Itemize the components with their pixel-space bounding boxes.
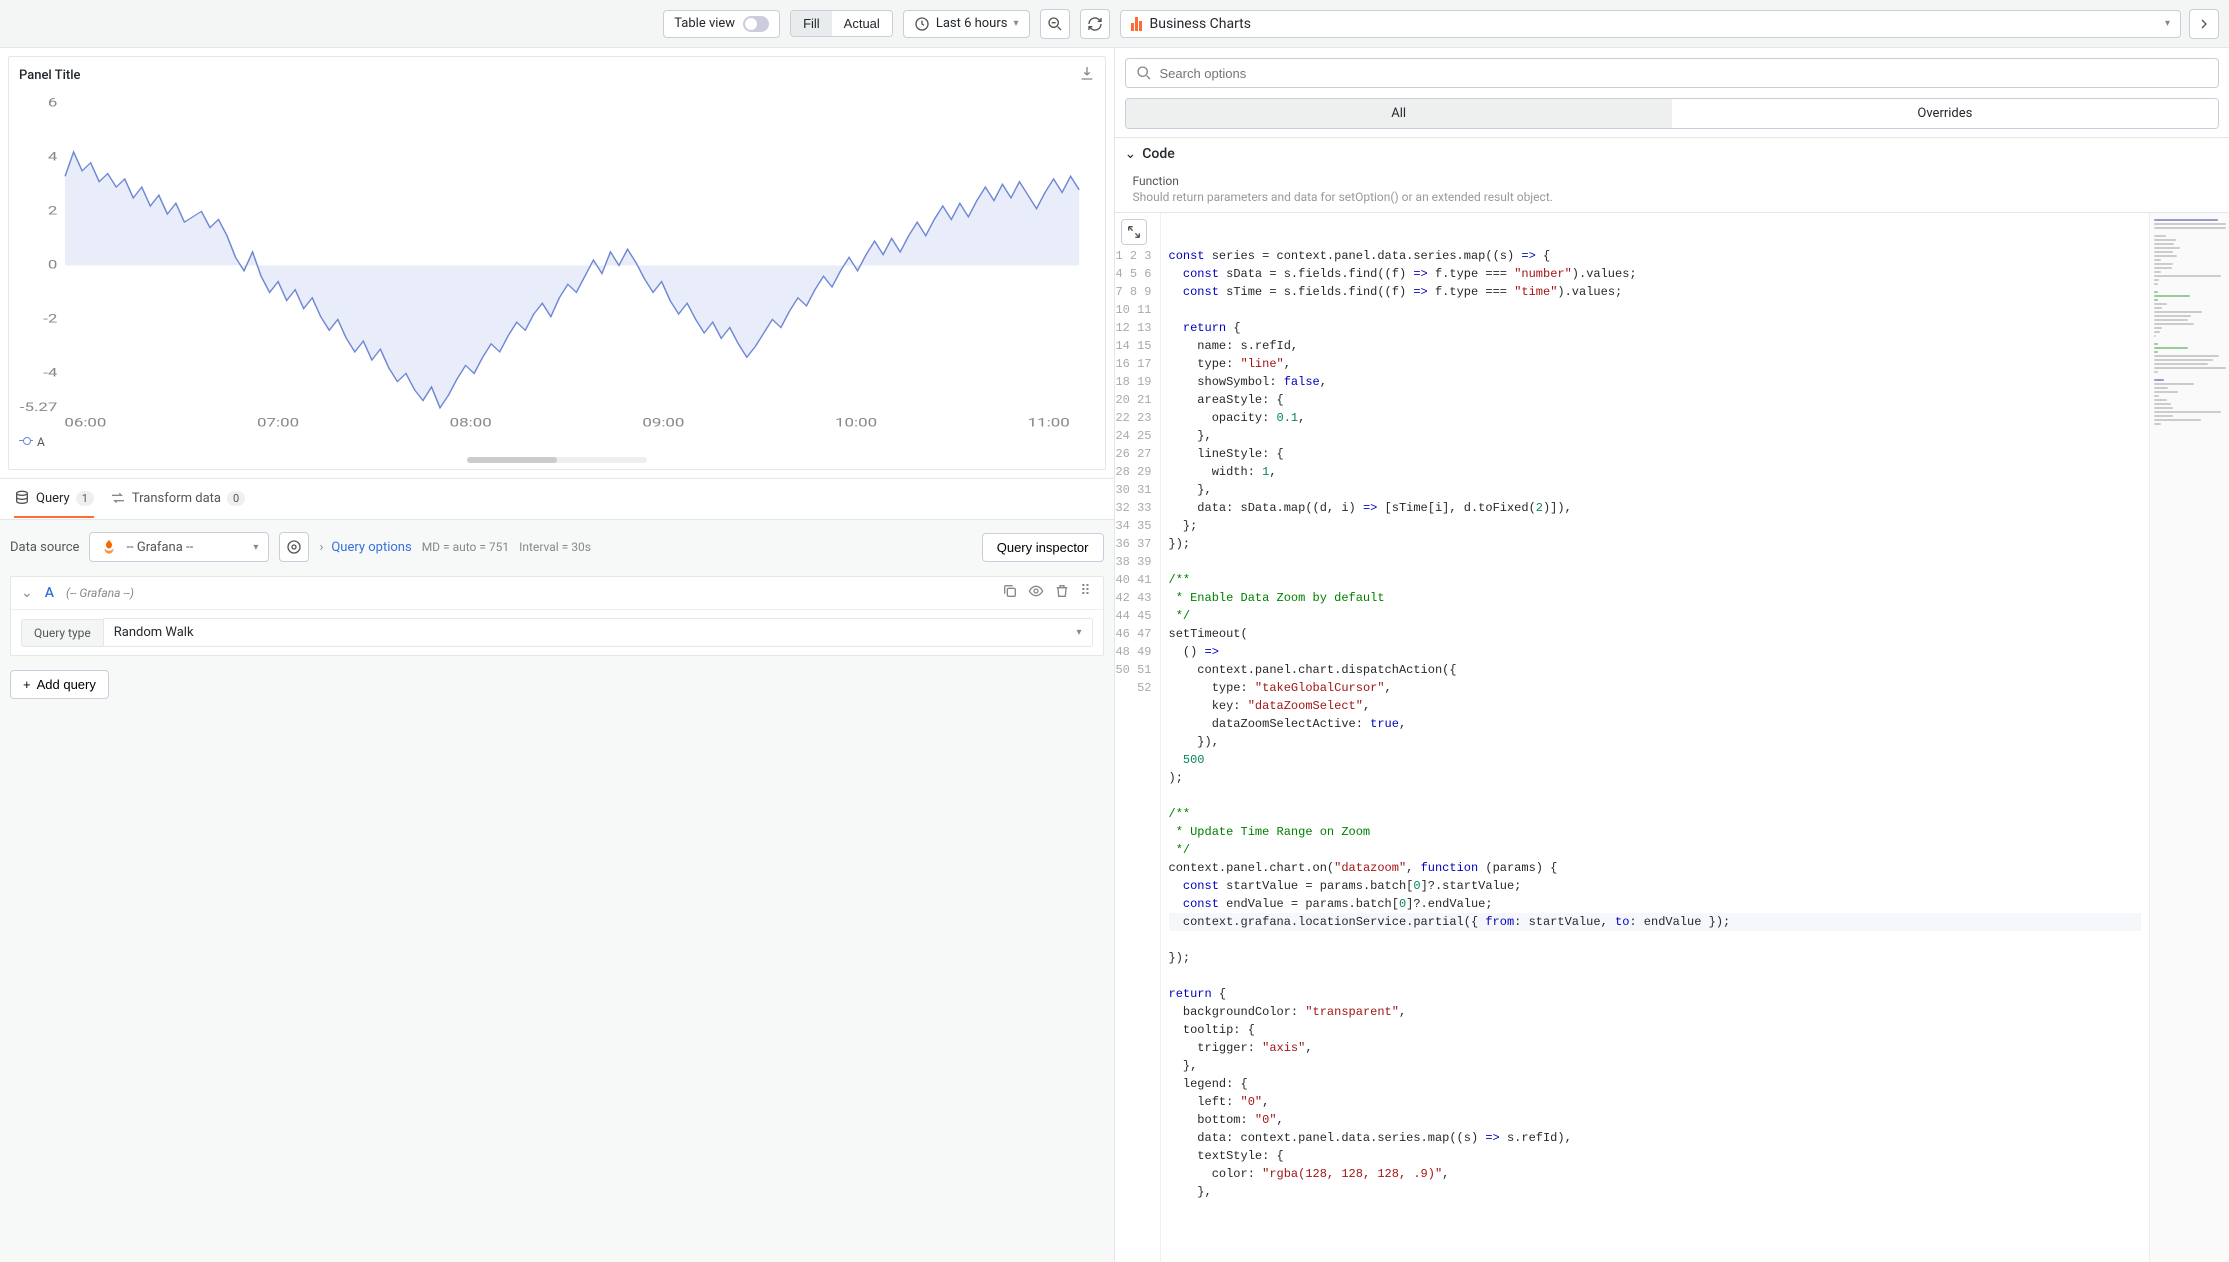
toggle-visibility-icon[interactable]	[1028, 583, 1044, 603]
table-view-toggle[interactable]: Table view	[663, 10, 780, 38]
table-view-label: Table view	[674, 16, 735, 31]
time-range-picker[interactable]: Last 6 hours ▾	[903, 10, 1030, 38]
chevron-down-icon: ▾	[1013, 18, 1018, 29]
drag-handle-icon[interactable]: ⠿	[1080, 583, 1092, 603]
tab-transform-label: Transform data	[132, 491, 221, 506]
panel-preview: Panel Title 6 4 2 0 -2 -4 -5.27 06:00 07:00 08:00…	[8, 56, 1106, 470]
chart-canvas[interactable]: 6 4 2 0 -2 -4 -5.27 06:00 07:00 08:00 09:00 10:00 11…	[19, 97, 1095, 433]
tab-query-label: Query	[36, 491, 70, 506]
grafana-logo-icon	[100, 538, 118, 556]
tab-query[interactable]: Query 1	[14, 480, 94, 518]
svg-text:0: 0	[48, 258, 58, 272]
refresh-icon	[1087, 16, 1103, 32]
chevron-down-icon: ▾	[253, 542, 258, 553]
datasource-select[interactable]: -- Grafana -- ▾	[89, 532, 269, 562]
svg-text:06:00: 06:00	[64, 416, 106, 430]
visualization-picker[interactable]: Business Charts ▾	[1120, 10, 2182, 38]
legend-marker-icon	[19, 440, 33, 444]
query-options-toggle[interactable]: Query options	[319, 540, 411, 555]
tab-query-badge: 1	[76, 491, 94, 506]
options-collapse-button[interactable]	[2189, 9, 2219, 39]
refresh-button[interactable]	[1080, 9, 1110, 39]
line-gutter: 1 2 3 4 5 6 7 8 9 10 11 12 13 14 15 16 1…	[1115, 213, 1161, 1262]
query-type-label: Query type	[21, 619, 103, 647]
search-field[interactable]	[1160, 66, 2209, 81]
tab-transform[interactable]: Transform data 0	[110, 480, 245, 518]
svg-text:6: 6	[48, 97, 58, 110]
query-inspector-button[interactable]: Query inspector	[982, 533, 1104, 562]
query-ref-id[interactable]: A	[45, 585, 54, 601]
svg-text:-2: -2	[43, 312, 57, 326]
datasource-label: Data source	[10, 540, 79, 555]
delete-query-icon[interactable]	[1054, 583, 1070, 603]
zoom-out-icon	[1047, 16, 1063, 32]
chevron-down-icon: ⌄	[1125, 146, 1137, 162]
clock-icon	[914, 16, 930, 32]
query-type-value: Random Walk	[114, 625, 194, 640]
query-ds-hint: (-- Grafana --)	[66, 586, 134, 600]
plus-icon: +	[23, 677, 31, 692]
code-section-header[interactable]: ⌄ Code	[1115, 137, 2229, 170]
svg-text:-4: -4	[43, 366, 57, 380]
bar-chart-icon	[1131, 17, 1142, 31]
actual-button[interactable]: Actual	[832, 11, 892, 36]
download-icon[interactable]	[1079, 65, 1095, 85]
add-query-button[interactable]: + Add query	[10, 670, 109, 699]
topbar: Table view Fill Actual Last 6 hours ▾	[0, 0, 2229, 48]
tab-transform-badge: 0	[227, 491, 245, 506]
function-label: Function	[1115, 170, 2229, 190]
search-options-input[interactable]	[1125, 58, 2220, 88]
chevron-right-icon	[2196, 16, 2212, 32]
options-tab-group: All Overrides	[1125, 98, 2220, 129]
chevron-down-icon: ▾	[1076, 627, 1081, 638]
search-icon	[1136, 65, 1152, 81]
tab-overrides[interactable]: Overrides	[1672, 99, 2218, 128]
query-type-select[interactable]: Random Walk ▾	[103, 618, 1093, 647]
svg-text:09:00: 09:00	[642, 416, 684, 430]
database-icon	[14, 490, 30, 506]
interval-label: Interval = 30s	[519, 540, 591, 554]
transform-icon	[110, 490, 126, 506]
svg-text:11:00: 11:00	[1028, 416, 1070, 430]
viz-name-label: Business Charts	[1150, 16, 1251, 32]
svg-text:10:00: 10:00	[835, 416, 877, 430]
svg-text:2: 2	[48, 204, 58, 218]
tab-all[interactable]: All	[1126, 99, 1672, 128]
settings-icon	[286, 539, 302, 555]
expand-icon	[1126, 224, 1142, 240]
legend-label: A	[37, 435, 45, 449]
fill-button[interactable]: Fill	[791, 11, 832, 36]
duplicate-query-icon[interactable]	[1002, 583, 1018, 603]
chevron-down-icon: ▾	[2165, 18, 2170, 29]
minimap[interactable]	[2149, 213, 2229, 1262]
query-editor-a: ⌄ A (-- Grafana --) ⠿ Query type	[10, 576, 1104, 656]
collapse-icon[interactable]: ⌄	[21, 585, 33, 601]
fill-actual-toggle: Fill Actual	[790, 10, 893, 37]
time-range-label: Last 6 hours	[936, 16, 1008, 31]
datasource-value: -- Grafana --	[126, 540, 193, 555]
code-body[interactable]: const series = context.panel.data.series…	[1161, 213, 2150, 1262]
horizontal-scrollbar[interactable]	[467, 457, 647, 463]
max-datapoints-label: MD = auto = 751	[422, 540, 509, 554]
chevron-right-icon	[319, 540, 327, 555]
code-editor[interactable]: 1 2 3 4 5 6 7 8 9 10 11 12 13 14 15 16 1…	[1115, 212, 2229, 1262]
left-pane: Panel Title 6 4 2 0 -2 -4 -5.27 06:00 07:00 08:00…	[0, 48, 1115, 1262]
query-tabs: Query 1 Transform data 0	[0, 478, 1114, 520]
panel-title: Panel Title	[19, 68, 81, 83]
function-hint: Should return parameters and data for se…	[1115, 190, 2229, 212]
datasource-settings-button[interactable]	[279, 532, 309, 562]
svg-text:-5.27: -5.27	[20, 401, 58, 415]
switch-icon	[743, 16, 769, 32]
svg-text:08:00: 08:00	[450, 416, 492, 430]
zoom-out-button[interactable]	[1040, 9, 1070, 39]
expand-editor-button[interactable]	[1121, 219, 1147, 245]
svg-text:4: 4	[48, 150, 58, 164]
svg-text:07:00: 07:00	[257, 416, 299, 430]
options-pane: All Overrides ⌄ Code Function Should ret…	[1115, 48, 2229, 1262]
